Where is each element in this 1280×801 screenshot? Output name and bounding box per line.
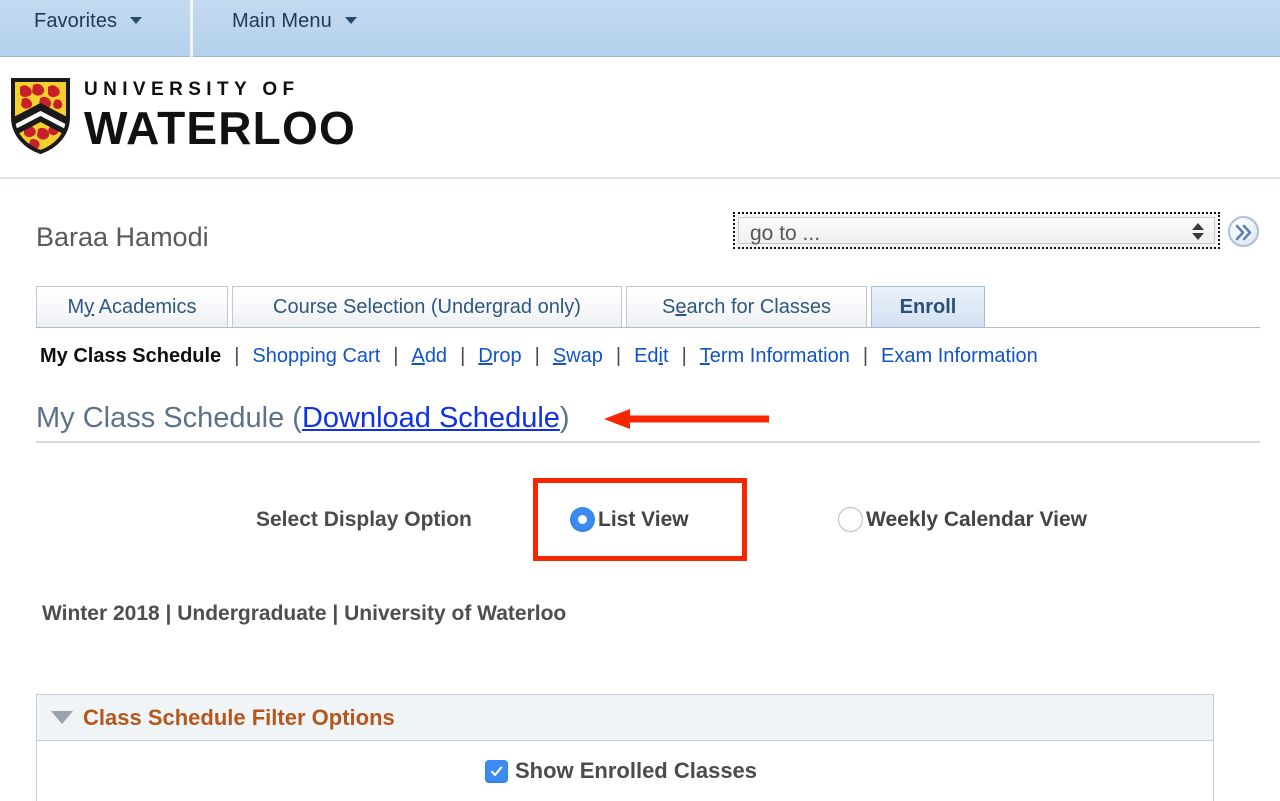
chevron-double-right-icon xyxy=(1235,224,1252,241)
class-schedule-filter-panel: Class Schedule Filter Options Show Enrol… xyxy=(36,694,1214,801)
tab-search-for-classes[interactable]: Search for Classes xyxy=(626,286,867,328)
filter-panel-body: Show Enrolled Classes xyxy=(37,741,1213,801)
wordmark-line-1: UNIVERSITY OF xyxy=(84,79,300,100)
page-title-prefix: My Class Schedule ( xyxy=(36,402,302,434)
user-name: Baraa Hamodi xyxy=(36,222,209,252)
tab-course-selection[interactable]: Course Selection (Undergrad only) xyxy=(232,286,622,328)
chevron-down-icon xyxy=(129,17,142,25)
filter-panel-header[interactable]: Class Schedule Filter Options xyxy=(37,695,1213,741)
page-title: My Class Schedule (Download Schedule) xyxy=(36,402,570,435)
top-menu-bar: Favorites Main Menu xyxy=(0,0,1280,57)
subnav-separator: | xyxy=(681,345,687,367)
branding-band: UNIVERSITY OF WATERLOO xyxy=(0,57,1280,179)
page-title-rule xyxy=(36,441,1260,443)
subnav-separator: | xyxy=(615,345,622,367)
radio-list-view[interactable]: List View xyxy=(570,507,689,532)
radio-list-view-label: List View xyxy=(598,507,689,531)
main-menu[interactable]: Main Menu xyxy=(232,10,357,33)
go-to-dropdown[interactable]: go to ... xyxy=(733,212,1220,249)
subnav-separator: | xyxy=(460,345,466,367)
subnav-separator: | xyxy=(393,345,399,367)
subnav-link-edit[interactable]: Edit xyxy=(634,345,668,368)
waterloo-wordmark: UNIVERSITY OF WATERLOO xyxy=(84,80,356,151)
checkbox-checked-icon xyxy=(484,759,508,783)
radio-selected-icon xyxy=(570,507,595,532)
select-display-option-label: Select Display Option xyxy=(256,508,472,531)
subnav-link-exam-information[interactable]: Exam Information xyxy=(881,345,1038,368)
tab-my-academics[interactable]: My Academics xyxy=(36,286,228,328)
subnav-separator: | xyxy=(534,345,540,367)
subnav-link-swap[interactable]: Swap xyxy=(553,345,603,368)
show-enrolled-classes-checkbox[interactable]: Show Enrolled Classes xyxy=(484,758,758,784)
tab-underline-rule xyxy=(36,327,1260,328)
go-button[interactable] xyxy=(1228,216,1259,247)
subnav-link-term-information[interactable]: Term Information xyxy=(700,345,850,368)
radio-weekly-calendar-view-label: Weekly Calendar View xyxy=(866,507,1088,531)
filter-panel-title: Class Schedule Filter Options xyxy=(83,704,395,730)
tab-enroll[interactable]: Enroll xyxy=(871,286,985,328)
stepper-arrows-icon[interactable] xyxy=(1191,221,1204,246)
radio-unselected-icon xyxy=(838,507,863,532)
subnav-separator: | xyxy=(234,345,240,367)
waterloo-shield-logo xyxy=(11,78,70,155)
show-enrolled-classes-label: Show Enrolled Classes xyxy=(514,758,758,783)
page-title-suffix: ) xyxy=(559,402,570,434)
radio-weekly-calendar-view[interactable]: Weekly Calendar View xyxy=(838,507,1087,532)
menu-divider xyxy=(190,0,193,57)
subnav-link-drop[interactable]: Drop xyxy=(478,345,521,368)
download-schedule-link[interactable]: Download Schedule xyxy=(302,402,560,434)
triangle-down-icon[interactable] xyxy=(51,711,73,724)
favorites-menu[interactable]: Favorites xyxy=(34,10,142,33)
sub-navigation: My Class Schedule | Shopping Cart | Add … xyxy=(40,345,1038,368)
annotation-arrow-icon xyxy=(604,409,769,429)
subnav-separator: | xyxy=(862,345,869,367)
subnav-link-add[interactable]: Add xyxy=(411,345,447,368)
go-to-selected-value: go to ... xyxy=(750,222,821,245)
wordmark-line-2: WATERLOO xyxy=(84,102,356,154)
favorites-menu-label: Favorites xyxy=(34,10,118,32)
chevron-down-icon xyxy=(344,17,357,25)
term-context-line: Winter 2018 | Undergraduate | University… xyxy=(42,602,567,625)
subnav-current-my-class-schedule: My Class Schedule xyxy=(40,345,222,367)
subnav-link-shopping-cart[interactable]: Shopping Cart xyxy=(252,345,380,368)
main-menu-label: Main Menu xyxy=(232,10,332,32)
